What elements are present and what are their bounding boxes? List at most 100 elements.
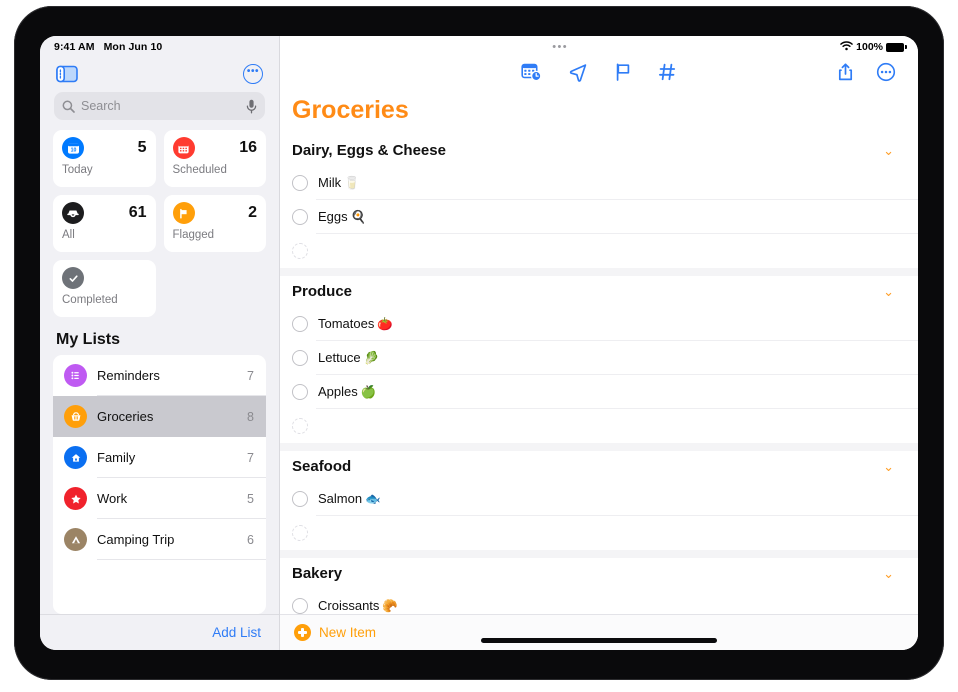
- item-emoji: 🍅: [377, 317, 393, 331]
- reminder-title: Tomatoes 🍅: [318, 316, 393, 331]
- sidebar-toggle-icon[interactable]: [56, 65, 78, 83]
- tent-icon: [64, 528, 87, 551]
- sidebar-item-label: Work: [97, 491, 128, 506]
- multitask-ellipsis-icon[interactable]: •••: [280, 41, 840, 53]
- reminder-item[interactable]: Croissants 🥐: [280, 589, 918, 614]
- calendar-icon: [172, 137, 195, 159]
- sidebar-item-count: 5: [247, 491, 254, 506]
- reminder-item[interactable]: Eggs 🍳: [280, 200, 918, 234]
- sidebar-item-count: 7: [247, 450, 254, 465]
- item-emoji: 🥛: [344, 176, 360, 190]
- add-date-button[interactable]: [521, 62, 542, 87]
- sidebar-item-label: Family: [97, 450, 136, 465]
- chevron-down-icon[interactable]: ⌄: [883, 459, 894, 475]
- sidebar-item-label: Camping Trip: [97, 532, 175, 547]
- smart-list-flagged[interactable]: 2 Flagged: [163, 195, 266, 252]
- sidebar-footer: Add List: [40, 614, 279, 650]
- complete-toggle[interactable]: [292, 316, 308, 332]
- add-list-button[interactable]: Add List: [212, 625, 261, 640]
- smart-list-label: Completed: [62, 294, 118, 306]
- add-flag-button[interactable]: [614, 62, 632, 87]
- ipad-screen: 9:41 AM Mon Jun 10 ••• Search 10 5 Today…: [40, 36, 918, 650]
- reminder-item[interactable]: Salmon 🐟: [280, 482, 918, 516]
- item-emoji: 🥬: [363, 351, 380, 365]
- chevron-down-icon[interactable]: ⌄: [883, 566, 894, 582]
- sidebar-status-bar: 9:41 AM Mon Jun 10: [40, 36, 279, 56]
- sidebar-item-camping-trip[interactable]: Camping Trip 6: [53, 519, 266, 560]
- smart-list-scheduled[interactable]: 16 Scheduled: [163, 130, 266, 187]
- sidebar-item-label: Groceries: [97, 409, 154, 424]
- microphone-icon[interactable]: [246, 99, 257, 114]
- reminder-title: Salmon 🐟: [318, 491, 381, 506]
- section-divider: [280, 443, 918, 451]
- complete-toggle[interactable]: [292, 384, 308, 400]
- flag-outline-icon: [614, 62, 632, 87]
- complete-toggle[interactable]: [292, 350, 308, 366]
- complete-toggle[interactable]: [292, 418, 308, 434]
- bulleted-list-icon: [64, 364, 87, 387]
- item-emoji: 🐟: [365, 492, 381, 506]
- reminder-title: Apples 🍏: [318, 384, 377, 399]
- add-tag-button[interactable]: [658, 62, 677, 87]
- complete-toggle[interactable]: [292, 243, 308, 259]
- chevron-down-icon[interactable]: ⌄: [883, 284, 894, 300]
- new-reminder-placeholder-row[interactable]: [280, 516, 918, 550]
- section-title: Seafood: [292, 458, 352, 475]
- sidebar-more-button[interactable]: •••: [243, 64, 263, 84]
- smart-list-label: Flagged: [172, 229, 215, 241]
- status-date: Mon Jun 10: [103, 41, 163, 53]
- search-field[interactable]: Search: [54, 92, 265, 120]
- detail-toolbar: [280, 56, 918, 92]
- section-bakery: Bakery ⌄ Croissants 🥐: [280, 558, 918, 614]
- reminder-item[interactable]: Tomatoes 🍅: [280, 307, 918, 341]
- smart-list-today[interactable]: 10 5 Today: [53, 130, 156, 187]
- reminder-item[interactable]: Milk 🥛: [280, 166, 918, 200]
- wifi-icon: [840, 38, 853, 56]
- section-header: Bakery ⌄: [280, 558, 918, 589]
- complete-toggle[interactable]: [292, 209, 308, 225]
- smart-list-count: 61: [128, 204, 147, 221]
- status-right-group: 100%: [840, 38, 907, 56]
- section-dairy-eggs-cheese: Dairy, Eggs & Cheese ⌄ Milk 🥛 Eggs 🍳: [280, 135, 918, 268]
- new-reminder-placeholder-row[interactable]: [280, 234, 918, 268]
- reminder-title: Eggs 🍳: [318, 209, 367, 224]
- reminder-item[interactable]: Lettuce 🥬: [280, 341, 918, 375]
- sidebar-item-label: Reminders: [97, 368, 160, 383]
- section-header: Dairy, Eggs & Cheese ⌄: [280, 135, 918, 166]
- svg-text:10: 10: [70, 147, 76, 153]
- section-title: Bakery: [292, 565, 343, 582]
- sidebar-item-count: 8: [247, 409, 254, 424]
- reminder-item[interactable]: Apples 🍏: [280, 375, 918, 409]
- reminder-title: Croissants 🥐: [318, 598, 398, 613]
- sidebar-item-groceries[interactable]: Groceries 8: [53, 396, 266, 437]
- reminders-content: Dairy, Eggs & Cheese ⌄ Milk 🥛 Eggs 🍳 Pro…: [280, 135, 918, 614]
- chevron-down-icon[interactable]: ⌄: [883, 143, 894, 159]
- smart-list-count: 2: [248, 204, 257, 221]
- new-reminder-placeholder-row[interactable]: [280, 409, 918, 443]
- sidebar-item-family[interactable]: Family 7: [53, 437, 266, 478]
- complete-toggle[interactable]: [292, 525, 308, 541]
- complete-toggle[interactable]: [292, 175, 308, 191]
- new-item-button[interactable]: New Item: [319, 625, 376, 640]
- smart-list-completed[interactable]: Completed: [53, 260, 156, 317]
- search-input[interactable]: Search: [81, 99, 240, 113]
- complete-toggle[interactable]: [292, 598, 308, 614]
- page-title: Groceries: [292, 96, 409, 124]
- sidebar-item-reminders[interactable]: Reminders 7: [53, 355, 266, 396]
- complete-toggle[interactable]: [292, 491, 308, 507]
- shopping-basket-icon: [64, 405, 87, 428]
- smart-list-all[interactable]: 61 All: [53, 195, 156, 252]
- star-icon: [64, 487, 87, 510]
- screenshot-root: 2 9:41 AM Mon Jun 10: [0, 0, 958, 692]
- sidebar-header: •••: [40, 56, 279, 90]
- add-location-button[interactable]: [568, 62, 588, 87]
- smart-list-count: 16: [239, 139, 257, 156]
- plus-circle-icon[interactable]: [294, 624, 311, 641]
- my-lists-container: Reminders 7 Groceries 8 Family 7 Work 5 …: [53, 355, 266, 614]
- flag-icon: [172, 202, 195, 224]
- sidebar-item-work[interactable]: Work 5: [53, 478, 266, 519]
- more-ellipsis-icon: •••: [246, 66, 260, 77]
- smart-list-label: Today: [62, 164, 93, 176]
- inbox-tray-icon: [62, 202, 84, 224]
- section-title: Dairy, Eggs & Cheese: [292, 142, 446, 159]
